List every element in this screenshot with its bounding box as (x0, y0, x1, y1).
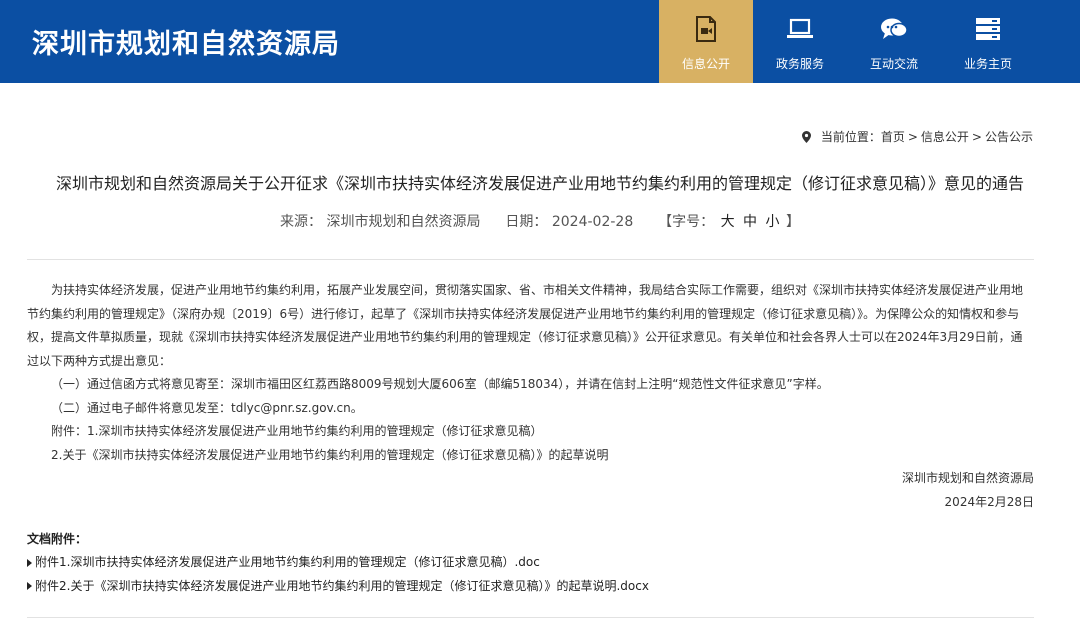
chat-bubbles-icon (879, 14, 909, 44)
triangle-right-icon (27, 582, 32, 591)
date-value: 2024-02-28 (551, 214, 634, 230)
nav-label: 政务服务 (775, 57, 824, 71)
divider (27, 617, 1034, 618)
fontsize-medium-button[interactable]: 中 (743, 211, 757, 231)
sign-date: 2024年2月28日 (944, 494, 1034, 509)
attachment-link[interactable]: 附件1.深圳市扶持实体经济发展促进产业用地节约集约利用的管理规定（修订征求意见稿… (27, 551, 649, 575)
breadcrumb-announcements[interactable]: 公告公示 (985, 128, 1033, 145)
fontsize-label: 【字号： (658, 214, 715, 230)
main-nav: 信息公开 政务服务 互动交流 业务主页 (659, 0, 1035, 83)
fontsize-close: 】 (785, 214, 800, 230)
signature: 深圳市规划和自然资源局 (901, 471, 1034, 485)
nav-label: 业务主页 (963, 57, 1012, 71)
nav-label: 互动交流 (869, 57, 918, 71)
nav-label: 信息公开 (681, 57, 730, 71)
breadcrumb-info-disclosure[interactable]: 信息公开 (921, 128, 969, 145)
attachment-link[interactable]: 附件2.关于《深圳市扶持实体经济发展促进产业用地节约集约利用的管理规定（修订征求… (27, 575, 649, 599)
breadcrumb-home[interactable]: 首页 (881, 128, 905, 145)
nav-item-gov-services[interactable]: 政务服务 (753, 0, 847, 83)
triangle-right-icon (27, 558, 32, 567)
breadcrumb: 当前位置： 首页 > 信息公开 > 公告公示 (801, 128, 1033, 145)
body-paragraph: 2.关于《深圳市扶持实体经济发展促进产业用地节约集约利用的管理规定（修订征求意见… (51, 447, 609, 462)
article-title: 深圳市规划和自然资源局关于公开征求《深圳市扶持实体经济发展促进产业用地节约集约利… (55, 174, 1024, 193)
server-stack-icon (973, 14, 1003, 44)
nav-item-interaction[interactable]: 互动交流 (847, 0, 941, 83)
attachment-label: 附件2.关于《深圳市扶持实体经济发展促进产业用地节约集约利用的管理规定（修订征求… (35, 578, 649, 593)
article-body: 为扶持实体经济发展，促进产业用地节约集约利用，拓展产业发展空间，贯彻落实国家、省… (27, 279, 1034, 514)
nav-item-business-home[interactable]: 业务主页 (941, 0, 1035, 83)
breadcrumb-prefix: 当前位置： (820, 130, 881, 144)
fontsize-large-button[interactable]: 大 (721, 211, 735, 231)
attachments-list: 附件1.深圳市扶持实体经济发展促进产业用地节约集约利用的管理规定（修订征求意见稿… (27, 551, 649, 598)
attachments-title: 文档附件： (27, 532, 88, 546)
divider (27, 259, 1034, 260)
location-pin-icon (801, 130, 811, 143)
breadcrumb-separator: > (907, 129, 918, 144)
site-title[interactable]: 深圳市规划和自然资源局 (32, 22, 340, 61)
body-paragraph: （一）通过信函方式将意见寄至：深圳市福田区红荔西路8009号规划大厦606室（邮… (51, 377, 829, 391)
article-meta: 来源： 深圳市规划和自然资源局 日期： 2024-02-28 【字号： 大 中 … (0, 211, 1080, 231)
site-header: 深圳市规划和自然资源局 信息公开 政务服务 互动交流 业务主页 (0, 0, 1080, 83)
date-label: 日期： (505, 214, 548, 230)
nav-item-info-disclosure[interactable]: 信息公开 (659, 0, 753, 83)
breadcrumb-separator: > (971, 129, 982, 144)
attachment-label: 附件1.深圳市扶持实体经济发展促进产业用地节约集约利用的管理规定（修订征求意见稿… (35, 555, 540, 569)
source-value: 深圳市规划和自然资源局 (326, 214, 481, 230)
body-paragraph: 附件：1.深圳市扶持实体经济发展促进产业用地节约集约利用的管理规定（修订征求意见… (51, 424, 543, 438)
document-video-icon (691, 14, 721, 44)
body-paragraph: （二）通过电子邮件将意见发至：tdlyc@pnr.sz.gov.cn。 (51, 400, 363, 415)
fontsize-small-button[interactable]: 小 (766, 211, 780, 231)
laptop-icon (785, 14, 815, 44)
source-label: 来源： (280, 214, 323, 230)
body-paragraph: 为扶持实体经济发展，促进产业用地节约集约利用，拓展产业发展空间，贯彻落实国家、省… (27, 283, 1024, 368)
